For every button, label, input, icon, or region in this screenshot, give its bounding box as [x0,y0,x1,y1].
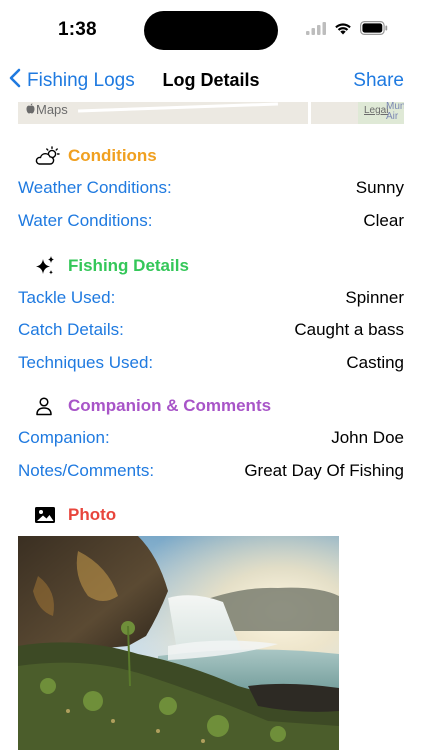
notes-comments-row: Notes/Comments: Great Day Of Fishing [18,461,404,485]
row-value: Spinner [345,288,404,307]
catch-details-row: Catch Details: Caught a bass [18,320,404,344]
companion-title: Companion & Comments [68,396,272,415]
conditions-header: Conditions [34,146,157,166]
row-label: Weather Conditions: [18,178,172,197]
status-bar: 1:38 [0,0,422,58]
map-city-label: Mun Air [386,102,404,122]
companion-row: Companion: John Doe [18,428,404,452]
row-value: John Doe [331,428,404,447]
sparkles-icon [34,255,62,277]
status-time: 1:38 [58,19,97,40]
wifi-icon [334,22,352,40]
map-legal-link[interactable]: Legal [364,105,388,116]
fishing-details-header: Fishing Details [34,255,189,277]
row-label: Techniques Used: [18,353,154,372]
row-value: Great Day Of Fishing [244,461,404,480]
tackle-used-row: Tackle Used: Spinner [18,288,404,312]
conditions-title: Conditions [68,146,157,165]
dynamic-island [144,11,278,50]
battery-icon [360,21,388,40]
photo-title: Photo [68,505,117,524]
map-view[interactable]: Maps Legal Mun Air [18,102,404,124]
row-label: Water Conditions: [18,211,153,230]
row-value: Sunny [355,178,404,197]
water-conditions-row: Water Conditions: Clear [18,211,404,235]
techniques-used-row: Techniques Used: Casting [18,353,404,377]
row-label: Notes/Comments: [18,461,155,480]
map-road [308,102,311,124]
row-label: Companion: [18,428,110,447]
row-value: Casting [346,353,404,372]
weather-conditions-row: Weather Conditions: Sunny [18,178,404,202]
fishing-details-title: Fishing Details [68,256,189,275]
row-value: Caught a bass [294,320,404,339]
apple-logo-icon [26,102,35,117]
maps-logo: Maps [26,102,68,117]
signal-icon [306,21,326,40]
row-label: Catch Details: [18,320,124,339]
catch-photo[interactable] [18,536,339,750]
photo-header: Photo [34,505,116,525]
cloud-sun-icon [34,146,62,166]
row-label: Tackle Used: [18,288,116,307]
companion-header: Companion & Comments [34,396,271,416]
map-road [78,102,278,113]
navigation-bar: Fishing Logs Log Details Share [0,58,422,102]
row-value: Clear [363,211,404,230]
photo-icon [34,506,62,524]
maps-logo-text: Maps [36,102,68,117]
status-icons [306,21,388,40]
share-button[interactable]: Share [353,70,404,92]
person-icon [34,396,62,416]
